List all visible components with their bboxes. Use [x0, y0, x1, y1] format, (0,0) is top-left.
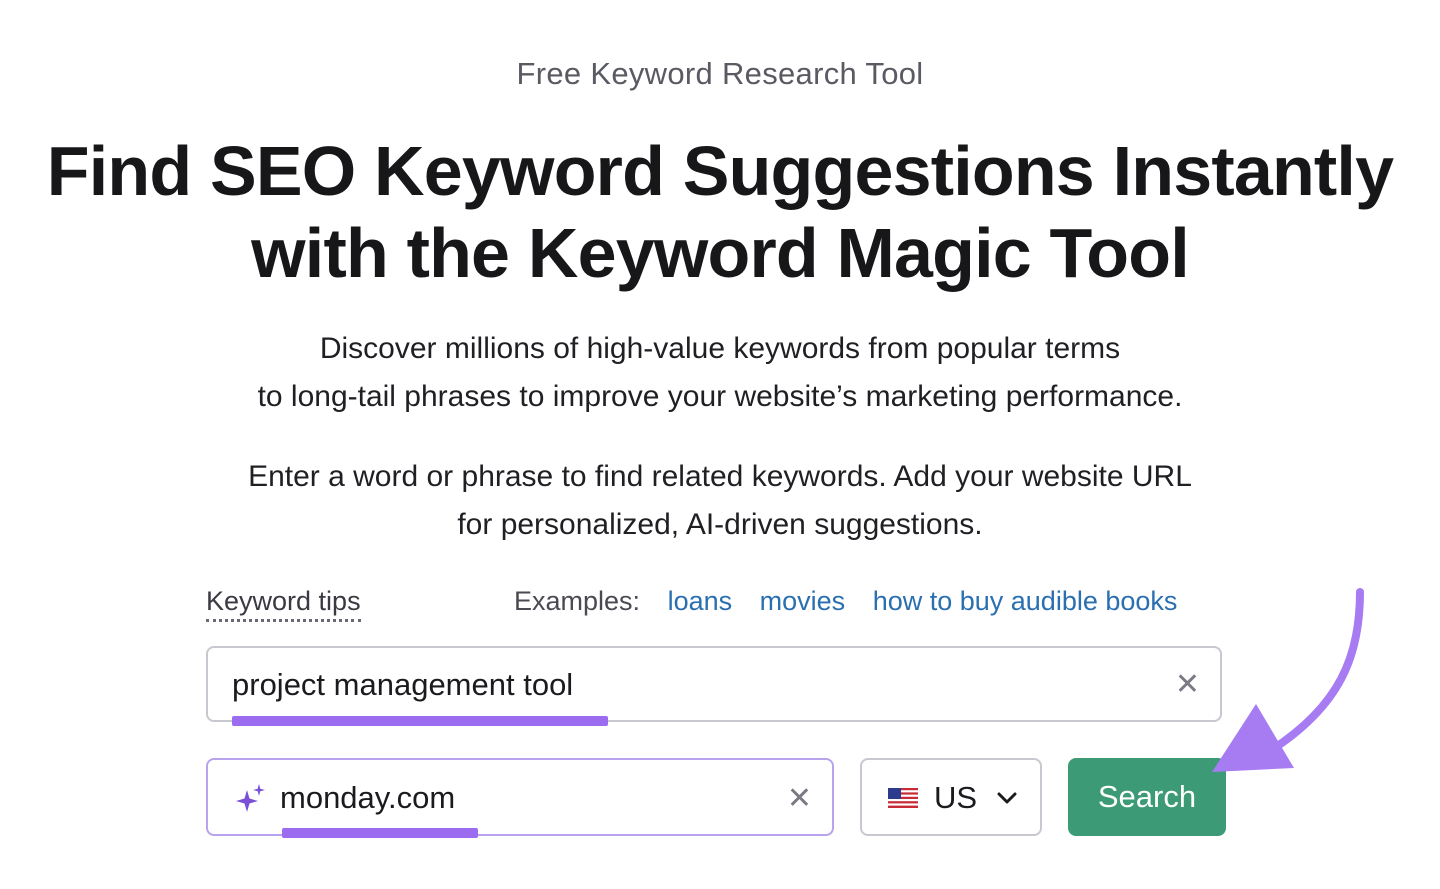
url-highlight-underline — [282, 828, 478, 838]
intro-line-2: to long-tail phrases to improve your web… — [257, 380, 1183, 413]
keyword-tool-page: Free Keyword Research Tool Find SEO Keyw… — [0, 0, 1440, 889]
examples-group: Examples: loans movies how to buy audibl… — [514, 586, 1197, 617]
keyword-input-container: ✕ — [206, 646, 1222, 722]
keyword-tips-link[interactable]: Keyword tips — [206, 586, 361, 622]
instruction-line-1: Enter a word or phrase to find related k… — [248, 460, 1192, 493]
example-link-loans[interactable]: loans — [668, 586, 733, 616]
page-eyebrow: Free Keyword Research Tool — [516, 56, 924, 91]
keyword-clear-icon[interactable]: ✕ — [1175, 670, 1200, 700]
search-button[interactable]: Search — [1068, 758, 1226, 836]
country-select[interactable]: US — [860, 758, 1042, 836]
keyword-highlight-underline — [232, 716, 608, 726]
country-code: US — [934, 780, 978, 815]
intro-paragraph: Discover millions of high-value keywords… — [0, 325, 1440, 421]
tips-row: Keyword tips Examples: loans movies how … — [206, 586, 1226, 626]
url-input-container: ✕ — [206, 758, 834, 836]
url-input[interactable] — [280, 778, 760, 818]
instruction-line-2: for personalized, AI-driven suggestions. — [457, 508, 983, 541]
intro-line-1: Discover millions of high-value keywords… — [319, 332, 1121, 365]
examples-label: Examples: — [514, 586, 641, 616]
pointing-arrow-icon — [1212, 588, 1364, 772]
instruction-paragraph: Enter a word or phrase to find related k… — [0, 453, 1440, 549]
sparkle-icon — [236, 784, 265, 812]
page-title: Find SEO Keyword Suggestions Instantly w… — [0, 130, 1440, 294]
us-flag-icon — [888, 788, 918, 808]
page-title-line-1: Find SEO Keyword Suggestions Instantly — [46, 132, 1394, 210]
example-link-movies[interactable]: movies — [760, 586, 846, 616]
chevron-down-icon — [997, 792, 1017, 804]
page-title-line-2: with the Keyword Magic Tool — [251, 214, 1189, 292]
url-clear-icon[interactable]: ✕ — [787, 784, 812, 814]
example-link-audible[interactable]: how to buy audible books — [873, 586, 1178, 616]
keyword-input[interactable] — [232, 666, 1152, 704]
